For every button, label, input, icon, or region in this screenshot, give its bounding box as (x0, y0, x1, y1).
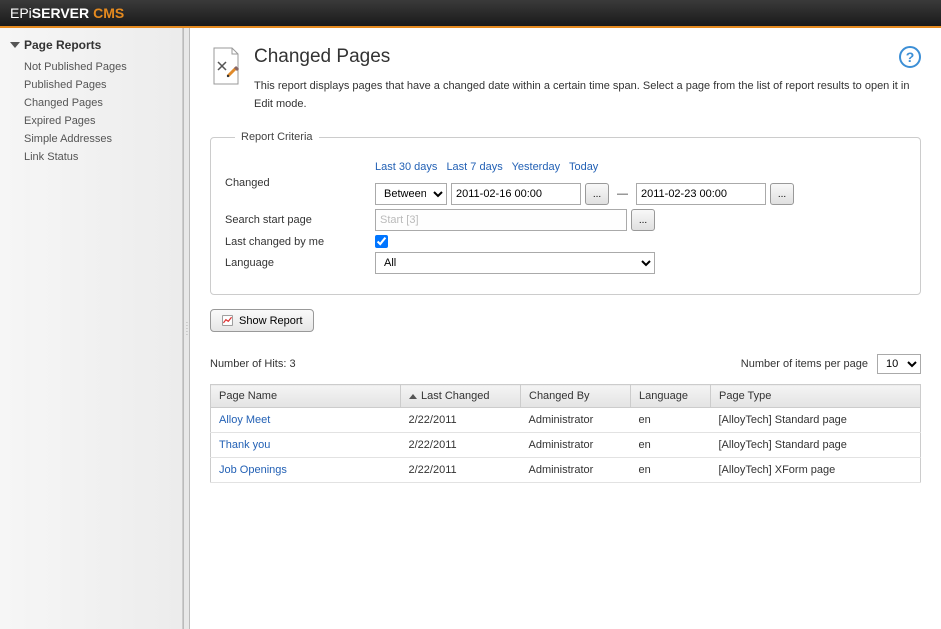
results-table: Page Name Last Changed Changed By Langua… (210, 384, 921, 483)
row-type: [AlloyTech] XForm page (711, 458, 921, 483)
label-changed: Changed (225, 177, 375, 189)
search-start-input (375, 209, 627, 231)
row-lang: en (631, 433, 711, 458)
row-by: Administrator (521, 458, 631, 483)
sort-asc-icon (409, 394, 417, 399)
app-logo: EPiSERVERCMS (10, 5, 124, 21)
hits-text: Number of Hits: 3 (210, 358, 296, 370)
logo-cms: CMS (93, 5, 124, 21)
row-type: [AlloyTech] Standard page (711, 433, 921, 458)
date-range-dash: — (617, 188, 628, 200)
page-title: Changed Pages (254, 46, 921, 68)
col-changed-by[interactable]: Changed By (521, 385, 631, 408)
report-icon (221, 314, 234, 327)
col-page-type[interactable]: Page Type (711, 385, 921, 408)
quick-today[interactable]: Today (569, 161, 598, 173)
chevron-down-icon (10, 42, 20, 48)
per-page-select[interactable]: 10 (877, 354, 921, 374)
sidebar-item-expired[interactable]: Expired Pages (24, 112, 182, 130)
hits-label: Number of Hits: (210, 358, 286, 370)
last-changed-by-me-checkbox[interactable] (375, 235, 388, 248)
main-content: ? Changed Pages This report displays pag… (190, 28, 941, 629)
col-page-name[interactable]: Page Name (211, 385, 401, 408)
label-lcm: Last changed by me (225, 236, 375, 248)
page-icon (210, 46, 242, 86)
date-from-picker[interactable]: ... (585, 183, 609, 205)
row-link[interactable]: Alloy Meet (219, 414, 270, 426)
show-report-label: Show Report (239, 315, 303, 327)
drag-dots-icon: ····· (186, 321, 188, 336)
col-language[interactable]: Language (631, 385, 711, 408)
sidebar-title: Page Reports (24, 38, 101, 52)
quick-yesterday[interactable]: Yesterday (512, 161, 561, 173)
criteria-legend: Report Criteria (235, 131, 319, 143)
between-select[interactable]: Between (375, 183, 447, 205)
date-to-picker[interactable]: ... (770, 183, 794, 205)
row-last: 2/22/2011 (401, 408, 521, 433)
row-last: 2/22/2011 (401, 433, 521, 458)
language-select[interactable]: All (375, 252, 655, 274)
date-from-input[interactable] (451, 183, 581, 205)
row-by: Administrator (521, 408, 631, 433)
hits-count: 3 (289, 358, 295, 370)
sidebar-item-not-published[interactable]: Not Published Pages (24, 58, 182, 76)
logo-epi: EPi (10, 5, 32, 21)
top-bar: EPiSERVERCMS (0, 0, 941, 28)
page-description: This report displays pages that have a c… (254, 78, 914, 113)
sidebar-item-published[interactable]: Published Pages (24, 76, 182, 94)
row-link[interactable]: Thank you (219, 439, 270, 451)
quick-last-30[interactable]: Last 30 days (375, 161, 437, 173)
date-to-input[interactable] (636, 183, 766, 205)
row-lang: en (631, 458, 711, 483)
sidebar-item-link-status[interactable]: Link Status (24, 148, 182, 166)
report-criteria: Report Criteria Changed Last 30 days Las… (210, 131, 921, 295)
row-lang: en (631, 408, 711, 433)
show-report-button[interactable]: Show Report (210, 309, 314, 332)
table-row: Alloy Meet 2/22/2011 Administrator en [A… (211, 408, 921, 433)
label-language: Language (225, 257, 375, 269)
sidebar-item-simple-addresses[interactable]: Simple Addresses (24, 130, 182, 148)
sidebar-heading[interactable]: Page Reports (10, 38, 182, 52)
row-last: 2/22/2011 (401, 458, 521, 483)
row-type: [AlloyTech] Standard page (711, 408, 921, 433)
col-last-changed-label: Last Changed (421, 390, 490, 402)
sidebar-item-changed[interactable]: Changed Pages (24, 94, 182, 112)
logo-server: SERVER (32, 5, 89, 21)
row-link[interactable]: Job Openings (219, 464, 287, 476)
row-by: Administrator (521, 433, 631, 458)
quick-last-7[interactable]: Last 7 days (446, 161, 502, 173)
search-start-picker[interactable]: ... (631, 209, 655, 231)
label-search-start: Search start page (225, 214, 375, 226)
help-icon[interactable]: ? (899, 46, 921, 68)
per-page-label: Number of items per page (741, 358, 868, 370)
splitter-handle[interactable]: ····· (183, 28, 190, 629)
col-last-changed[interactable]: Last Changed (401, 385, 521, 408)
table-row: Job Openings 2/22/2011 Administrator en … (211, 458, 921, 483)
pager: Number of items per page 10 (741, 354, 921, 374)
table-row: Thank you 2/22/2011 Administrator en [Al… (211, 433, 921, 458)
sidebar: Page Reports Not Published Pages Publish… (0, 28, 183, 629)
